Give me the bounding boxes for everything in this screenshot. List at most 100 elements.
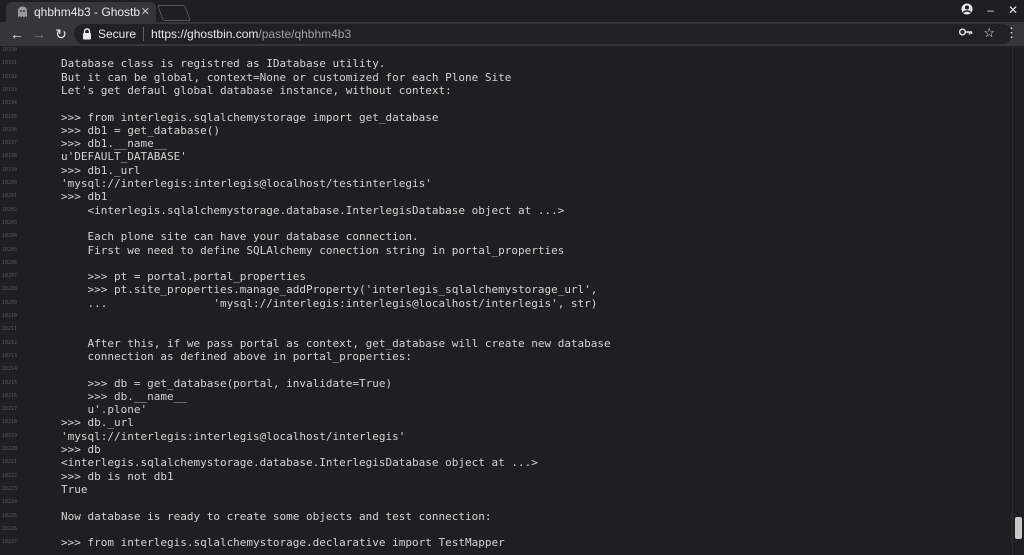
code-text: >>> from interlegis.sqlalchemystorage im…: [61, 110, 439, 124]
code-line: 18200 'mysql://interlegis:interlegis@loca…: [0, 177, 1012, 190]
code-line: 18197 >>> db1.__name__: [0, 137, 1012, 150]
code-line: 18204 Each plone site can have your data…: [0, 230, 1012, 243]
code-text: >>> from interlegis.sqlalchemystorage.de…: [61, 536, 505, 550]
code-text: 'mysql://interlegis:interlegis@localhost…: [61, 177, 432, 190]
line-number: 18219: [2, 432, 18, 439]
code-text: <interlegis.sqlalchemystorage.database.I…: [61, 456, 538, 470]
omnibox-separator: [143, 27, 145, 41]
code-line: 18203: [0, 217, 1012, 230]
minimize-icon[interactable]: –: [987, 3, 994, 18]
lock-icon[interactable]: [82, 28, 92, 40]
line-number: 18225: [2, 512, 18, 519]
line-number: 18190: [2, 47, 18, 53]
kebab-menu-icon[interactable]: ⋮: [1005, 25, 1018, 41]
line-number: 18226: [2, 525, 18, 532]
line-number: 18218: [2, 419, 18, 426]
code-text: >>> pt = portal.portal_properties: [61, 270, 307, 284]
line-number: 18215: [2, 379, 18, 386]
code-line: 18223 True: [0, 483, 1012, 496]
code-line: 18196 >>> db1 = get_database(): [0, 124, 1012, 137]
scrollbar-thumb[interactable]: [1015, 517, 1022, 539]
line-number: 18220: [2, 446, 18, 452]
code-line: 18210: [0, 310, 1012, 323]
code-line: 18193 Let's get defaul global database in…: [0, 84, 1012, 97]
code-line: 18191 Database class is registred as IDat…: [0, 57, 1012, 70]
arrow-left-icon[interactable]: ←: [8, 25, 26, 43]
code-line: 18201 >>> db1: [0, 190, 1012, 203]
code-text: >>> db1._url: [61, 163, 141, 177]
line-number: 18214: [2, 366, 18, 373]
code-text: >>> db.__name__: [61, 389, 187, 403]
code-text: Now database is ready to create some obj…: [61, 509, 492, 523]
line-number: 18191: [2, 60, 18, 67]
line-number: 18208: [2, 286, 18, 293]
close-icon[interactable]: ✕: [1008, 3, 1018, 18]
line-number: 18222: [2, 472, 18, 479]
code-text: Each plone site can have your database c…: [61, 230, 419, 244]
code-text: u'.plone': [61, 403, 148, 417]
tab-title: qhbhm4b3 - Ghostb: [34, 5, 141, 19]
browser-tab[interactable]: qhbhm4b3 - Ghostb ✕: [6, 2, 156, 22]
code-line: 18208 >>> pt.site_properties.manage_addP…: [0, 283, 1012, 296]
code-text: connection as defined above in portal_pr…: [61, 349, 412, 363]
code-line: 18202 <interlegis.sqlalchemystorage.data…: [0, 204, 1012, 217]
line-number: 18221: [2, 459, 18, 466]
code-line: 18227 >>> from interlegis.sqlalchemystora…: [0, 536, 1012, 549]
code-line: 18222 >>> db is not db1: [0, 470, 1012, 483]
code-text: 'mysql://interlegis:interlegis@localhost…: [61, 429, 406, 443]
code-text: Let's get defaul global database instanc…: [61, 83, 452, 97]
code-text: >>> pt.site_properties.manage_addPropert…: [61, 283, 598, 297]
code-line: 18213 connection as defined above in por…: [0, 350, 1012, 363]
line-number: 18206: [2, 259, 18, 266]
code-line: 18224: [0, 496, 1012, 509]
code-line: 18219 'mysql://interlegis:interlegis@loca…: [0, 430, 1012, 443]
code-line: 18207 >>> pt = portal.portal_properties: [0, 270, 1012, 283]
key-icon[interactable]: [959, 25, 973, 41]
browser-toolbar: ← → ↻ Secure https://ghostbin.com/paste/…: [0, 22, 1024, 47]
line-number: 18205: [2, 246, 18, 253]
line-number: 18216: [2, 392, 18, 399]
account-icon[interactable]: [961, 3, 973, 18]
code-line: 18218 >>> db._url: [0, 416, 1012, 429]
url-path: /paste/qhbhm4b3: [258, 27, 352, 41]
arrow-right-icon[interactable]: →: [30, 25, 48, 43]
line-number: 18223: [2, 485, 18, 492]
code-text: >>> db1 = get_database(): [61, 123, 220, 137]
line-number: 18211: [2, 326, 18, 333]
code-line: 18192 But it can be global, context=None …: [0, 71, 1012, 84]
omnibox-actions: ☆ ⋮: [959, 25, 1018, 41]
tab-strip: qhbhm4b3 - Ghostb ✕ – ✕: [0, 0, 1024, 22]
code-line: 18211: [0, 323, 1012, 336]
code-line: 18195 >>> from interlegis.sqlalchemystora…: [0, 111, 1012, 124]
code-line: 18220 >>> db: [0, 443, 1012, 456]
vertical-scrollbar[interactable]: [1012, 47, 1024, 555]
code-text: u'DEFAULT_DATABASE': [61, 150, 187, 164]
code-text: >>> db is not db1: [61, 469, 174, 483]
code-text: >>> db1: [61, 190, 108, 204]
code-text: But it can be global, context=None or cu…: [61, 70, 512, 84]
line-number: 18194: [2, 100, 18, 107]
line-number: 18192: [2, 73, 18, 80]
line-number: 18209: [2, 299, 18, 306]
new-tab-button[interactable]: [157, 5, 191, 21]
code-text: >>> db: [61, 443, 101, 456]
line-number: 18202: [2, 206, 18, 213]
line-number: 18204: [2, 233, 18, 240]
star-icon[interactable]: ☆: [983, 25, 995, 41]
code-line: 18199 >>> db1._url: [0, 164, 1012, 177]
reload-icon[interactable]: ↻: [52, 25, 70, 43]
code-line: 18206: [0, 257, 1012, 270]
line-number: 18193: [2, 86, 18, 93]
line-number: 18213: [2, 352, 18, 359]
code-line: 18214: [0, 363, 1012, 376]
address-bar[interactable]: Secure https://ghostbin.com/paste/qhbhm4…: [74, 24, 1012, 44]
line-number: 18212: [2, 339, 18, 346]
tab-close-icon[interactable]: ✕: [141, 2, 150, 22]
secure-label: Secure: [98, 27, 137, 41]
code-line: 18225 Now database is ready to create som…: [0, 510, 1012, 523]
line-number: 18227: [2, 539, 18, 546]
line-number: 18201: [2, 193, 18, 200]
code-line: 18198 u'DEFAULT_DATABASE': [0, 150, 1012, 163]
code-line: 18194: [0, 97, 1012, 110]
line-number: 18217: [2, 406, 18, 413]
